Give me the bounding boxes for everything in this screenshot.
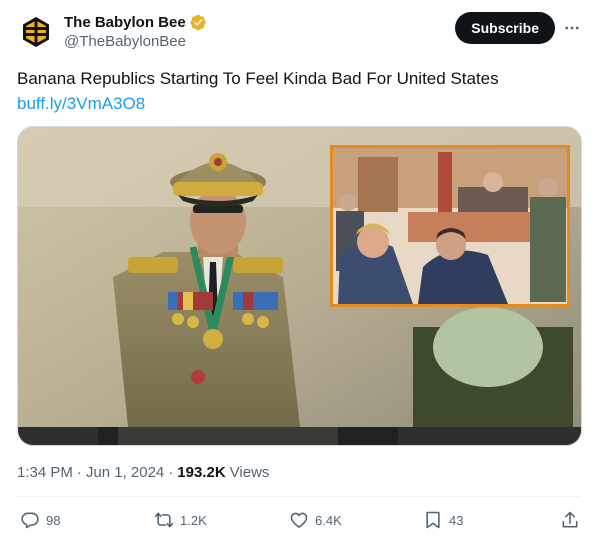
reply-button[interactable]: 98 (20, 510, 60, 530)
post-image[interactable] (17, 126, 582, 446)
more-options-button[interactable] (562, 18, 582, 38)
handle[interactable]: @TheBabylonBee (64, 32, 207, 52)
more-horizontal-icon (565, 26, 579, 30)
general-and-courtroom-sketch-image (18, 127, 581, 445)
bookmark-icon (426, 511, 440, 529)
action-bar: 98 1.2K 6.4K 43 (20, 510, 580, 534)
heart-icon (290, 512, 308, 528)
post-time[interactable]: 1:34 PM (17, 463, 73, 483)
verified-badge-icon (190, 14, 206, 31)
repost-icon (154, 512, 174, 528)
divider (17, 496, 581, 497)
like-button[interactable]: 6.4K (289, 510, 342, 530)
meta-separator: · (76, 464, 82, 481)
post-text: Banana Republics Starting To Feel Kinda … (17, 69, 499, 88)
reply-count: 98 (46, 512, 61, 528)
tweet-header: The Babylon Bee @TheBabylonBee Subscribe (16, 12, 582, 52)
repost-count: 1.2K (180, 512, 207, 528)
bookmark-button[interactable]: 43 (423, 510, 463, 530)
babylon-bee-logo-icon (16, 12, 56, 52)
views-label: Views (229, 464, 270, 481)
bookmark-count: 43 (449, 512, 464, 528)
post-date[interactable]: Jun 1, 2024 (86, 463, 164, 483)
reply-icon (21, 512, 39, 529)
post-link[interactable]: buff.ly/3VmA3O8 (17, 93, 145, 115)
views-count: 193.2K (177, 464, 226, 481)
author-info: The Babylon Bee @TheBabylonBee (64, 13, 207, 52)
like-count: 6.4K (315, 512, 342, 528)
tweet: The Babylon Bee @TheBabylonBee Subscribe… (0, 0, 598, 547)
meta-separator: · (168, 464, 174, 481)
avatar[interactable] (16, 12, 56, 52)
repost-button[interactable]: 1.2K (154, 510, 207, 530)
subscribe-button[interactable]: Subscribe (455, 12, 555, 44)
display-name[interactable]: The Babylon Bee (64, 13, 186, 32)
share-icon (562, 511, 578, 528)
post-meta: 1:34 PM · Jun 1, 2024 · 193.2K Views (17, 463, 269, 483)
share-button[interactable] (560, 510, 580, 530)
